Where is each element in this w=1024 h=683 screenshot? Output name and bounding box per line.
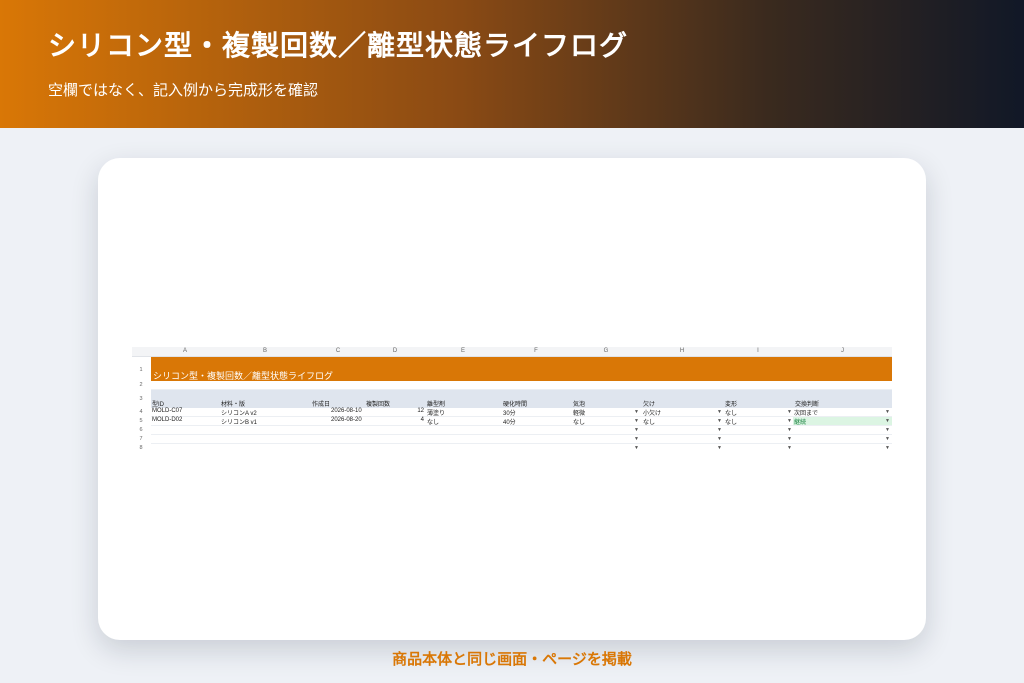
deform-dropdown-arrow[interactable]: ▼ — [717, 409, 722, 415]
row-number[interactable]: 2 — [132, 382, 150, 388]
judge-dropdown-arrow[interactable]: ▼ — [787, 418, 792, 424]
header-mold-id[interactable]: 型ID — [152, 399, 164, 408]
column-letter-j[interactable]: J — [793, 348, 892, 354]
chip-dropdown-arrow[interactable]: ▼ — [634, 436, 639, 442]
sheet-row-2: 2 — [132, 381, 892, 390]
cell-created-date[interactable]: 2026-08-20 — [331, 417, 362, 423]
end-dropdown-arrow[interactable]: ▼ — [885, 427, 890, 433]
row-number[interactable]: 8 — [132, 445, 150, 451]
spreadsheet: A B C D E F G H I J 1 シリコン型・複製回数／離型状態ライフ… — [132, 347, 892, 453]
judge-dropdown-arrow[interactable]: ▼ — [787, 436, 792, 442]
end-dropdown-arrow[interactable]: ▼ — [885, 409, 890, 415]
header-bubbles[interactable]: 気泡 — [573, 399, 585, 408]
row-number[interactable]: 1 — [132, 367, 150, 373]
row-number[interactable]: 5 — [132, 418, 150, 424]
page-subtitle: 空欄ではなく、記入例から完成形を確認 — [48, 81, 319, 99]
header-release-agent[interactable]: 離型剤 — [427, 399, 445, 408]
header-cure-time[interactable]: 硬化時間 — [503, 399, 527, 408]
page-title: シリコン型・複製回数／離型状態ライフログ — [48, 29, 629, 62]
cell-copy-count[interactable]: 12 — [365, 408, 424, 414]
end-dropdown-arrow[interactable]: ▼ — [885, 418, 890, 424]
header-deformation[interactable]: 変形 — [725, 399, 737, 408]
judge-dropdown-arrow[interactable]: ▼ — [787, 427, 792, 433]
header-material[interactable]: 材料・版 — [221, 399, 245, 408]
footer-caption: 商品本体と同じ画面・ページを掲載 — [392, 650, 632, 668]
chip-dropdown-arrow[interactable]: ▼ — [634, 409, 639, 415]
judge-dropdown-arrow[interactable]: ▼ — [787, 409, 792, 415]
cell-mold-id[interactable]: MOLD-D02 — [152, 417, 182, 423]
table-row: 4 MOLD-C07 シリコンA v2 2026-08-10 12 薄塗り 30… — [132, 408, 892, 417]
row-number[interactable]: 4 — [132, 409, 150, 415]
table-row: 6 ▼ ▼ ▼ ▼ — [132, 426, 892, 435]
chip-dropdown-arrow[interactable]: ▼ — [634, 418, 639, 424]
deform-dropdown-arrow[interactable]: ▼ — [717, 436, 722, 442]
judge-dropdown-arrow[interactable]: ▼ — [787, 445, 792, 451]
column-letter-i[interactable]: I — [723, 348, 793, 354]
end-dropdown-arrow[interactable]: ▼ — [885, 445, 890, 451]
table-row: 8 ▼ ▼ ▼ ▼ — [132, 444, 892, 453]
sheet-row-1: 1 シリコン型・複製回数／離型状態ライフログ — [132, 357, 892, 381]
deform-dropdown-arrow[interactable]: ▼ — [717, 445, 722, 451]
row-number[interactable]: 3 — [132, 396, 150, 402]
column-letter-c[interactable]: C — [311, 348, 365, 354]
end-dropdown-arrow[interactable]: ▼ — [885, 436, 890, 442]
header-copy-count[interactable]: 複製回数 — [366, 399, 390, 408]
table-row: 7 ▼ ▼ ▼ ▼ — [132, 435, 892, 444]
column-letter-e[interactable]: E — [425, 348, 501, 354]
sheet-header-row: 3 型ID 材料・版 作成日 複製回数 離型剤 硬化時間 気泡 欠け 変形 交換… — [132, 390, 892, 408]
cell-created-date[interactable]: 2026-08-10 — [331, 408, 362, 414]
row-number[interactable]: 6 — [132, 427, 150, 433]
cell-mold-id[interactable]: MOLD-C07 — [152, 408, 182, 414]
column-letter-b[interactable]: B — [219, 348, 311, 354]
column-letter-h[interactable]: H — [641, 348, 723, 354]
deform-dropdown-arrow[interactable]: ▼ — [717, 418, 722, 424]
header-chips[interactable]: 欠け — [643, 399, 655, 408]
column-letter-g[interactable]: G — [571, 348, 641, 354]
cell-copy-count[interactable]: 4 — [365, 417, 424, 423]
chip-dropdown-arrow[interactable]: ▼ — [634, 427, 639, 433]
table-row: 5 MOLD-D02 シリコンB v1 2026-08-20 4 なし 40分 … — [132, 417, 892, 426]
column-letter-f[interactable]: F — [501, 348, 571, 354]
column-letter-d[interactable]: D — [365, 348, 425, 354]
deform-dropdown-arrow[interactable]: ▼ — [717, 427, 722, 433]
header-replace-judgment[interactable]: 交換判断 — [795, 399, 819, 408]
hero-banner: シリコン型・複製回数／離型状態ライフログ 空欄ではなく、記入例から完成形を確認 — [0, 0, 1024, 128]
column-header-bar: A B C D E F G H I J — [132, 347, 892, 357]
column-letter-a[interactable]: A — [151, 348, 219, 354]
row-number[interactable]: 7 — [132, 436, 150, 442]
header-created-date[interactable]: 作成日 — [312, 399, 330, 408]
chip-dropdown-arrow[interactable]: ▼ — [634, 445, 639, 451]
